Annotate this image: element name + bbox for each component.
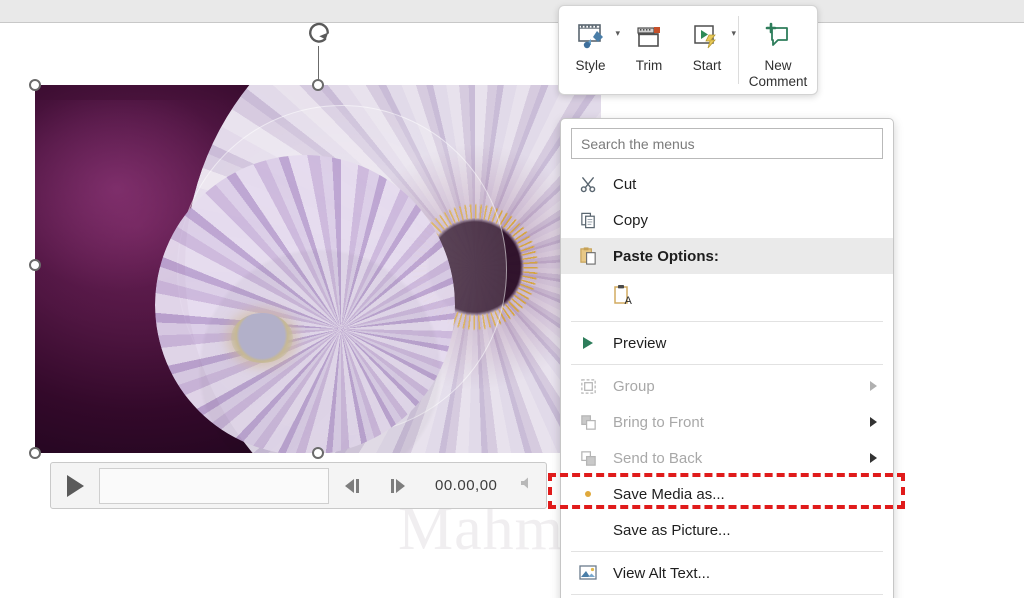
keep-text-only-icon[interactable]: A [609, 284, 639, 308]
menu-item-save-as-picture[interactable]: Save as Picture... [561, 512, 893, 548]
selection-handle-bottom-center[interactable] [312, 447, 324, 459]
step-back-bar [356, 478, 359, 493]
menu-label-bring-to-front: Bring to Front [613, 413, 704, 431]
mini-toolbar[interactable]: Style ▾ Trim Start ▾ New Comment [558, 5, 818, 95]
menu-item-copy[interactable]: Copy [561, 202, 893, 238]
menu-item-group[interactable]: Group [561, 368, 893, 404]
media-playback-bar[interactable]: 00.00,00 [50, 462, 547, 509]
media-timecode: 00.00,00 [435, 477, 498, 494]
copy-icon [573, 208, 603, 232]
selection-handle-top-center[interactable] [312, 79, 324, 91]
bring-to-front-icon [573, 410, 603, 434]
chevron-down-icon-start[interactable]: ▾ [731, 28, 736, 39]
menu-label-save-media-as: Save Media as... [613, 485, 725, 503]
menu-item-send-to-back[interactable]: Send to Back [561, 440, 893, 476]
step-forward-icon [396, 478, 405, 493]
search-wrapper [561, 119, 893, 166]
video-start-icon [690, 16, 724, 56]
menu-separator-3 [571, 551, 883, 552]
trim-video-icon [632, 16, 666, 56]
toolbar-label-new-comment: New Comment [749, 58, 808, 89]
menu-label-send-to-back: Send to Back [613, 449, 703, 467]
rotate-icon[interactable] [304, 19, 334, 49]
toolbar-button-new-comment[interactable]: New Comment [739, 6, 817, 94]
menu-label-copy: Copy [613, 211, 649, 229]
menu-item-view-alt-text[interactable]: View Alt Text... [561, 555, 893, 591]
flower-small-petals [155, 155, 455, 453]
step-back-button[interactable] [329, 463, 375, 508]
menu-separator-1 [571, 321, 883, 322]
menu-label-cut: Cut [613, 175, 637, 193]
submenu-arrow-group [870, 381, 877, 391]
send-to-back-icon [573, 446, 603, 470]
paste-icon [573, 244, 603, 268]
media-video-object[interactable] [35, 85, 601, 453]
screen-root: Mahmudain 00.00,00 Style ▾ Trim Start ▾ … [0, 0, 1024, 598]
toolbar-label-trim: Trim [635, 58, 663, 73]
menu-separator-2 [571, 364, 883, 365]
new-comment-icon [761, 16, 795, 56]
selection-handle-middle-left[interactable] [29, 259, 41, 271]
volume-icon[interactable] [519, 475, 537, 496]
alt-text-icon [573, 561, 603, 585]
step-forward-button[interactable] [375, 463, 421, 508]
menu-label-group: Group [613, 377, 655, 395]
menu-item-paste-options[interactable]: Paste Options: [561, 238, 893, 274]
toolbar-button-start[interactable]: Start ▾ [676, 6, 738, 94]
play-icon [66, 474, 84, 497]
menu-label-paste-options: Paste Options: [613, 247, 719, 265]
toolbar-label-new-comment-line1: New [764, 58, 792, 73]
preview-play-icon [573, 331, 603, 355]
toolbar-button-style[interactable]: Style ▾ [559, 6, 622, 94]
flower-small-core [231, 313, 293, 363]
no-icon-placeholder [573, 518, 603, 542]
menu-label-view-alt-text: View Alt Text... [613, 564, 710, 582]
search-input[interactable] [571, 128, 883, 159]
app-top-strip [0, 0, 1024, 23]
toolbar-label-new-comment-line2: Comment [748, 73, 808, 89]
step-forward-bar [391, 478, 394, 493]
scissors-icon [573, 172, 603, 196]
menu-item-cut[interactable]: Cut [561, 166, 893, 202]
step-back-icon [345, 478, 354, 493]
save-media-icon [573, 482, 603, 506]
svg-text:A: A [625, 295, 633, 307]
context-menu[interactable]: Cut Copy Paste Options: [560, 118, 894, 598]
menu-separator-4 [571, 594, 883, 595]
menu-item-preview[interactable]: Preview [561, 325, 893, 361]
menu-item-save-media-as[interactable]: Save Media as... [561, 476, 893, 512]
menu-label-save-as-picture: Save as Picture... [613, 521, 731, 539]
submenu-arrow-bring-to-front [870, 417, 877, 427]
video-style-icon [574, 16, 608, 56]
menu-paste-option-row[interactable]: A [561, 274, 893, 318]
play-button[interactable] [51, 463, 99, 508]
media-progress-track[interactable] [99, 467, 329, 504]
toolbar-button-trim[interactable]: Trim [622, 6, 676, 94]
toolbar-label-style: Style [575, 58, 606, 73]
selection-handle-top-left[interactable] [29, 79, 41, 91]
group-icon [573, 374, 603, 398]
toolbar-label-start: Start [692, 58, 722, 73]
menu-item-bring-to-front[interactable]: Bring to Front [561, 404, 893, 440]
submenu-arrow-send-to-back [870, 453, 877, 463]
selection-handle-bottom-left[interactable] [29, 447, 41, 459]
menu-label-preview: Preview [613, 334, 667, 352]
chevron-down-icon[interactable]: ▾ [615, 28, 620, 39]
